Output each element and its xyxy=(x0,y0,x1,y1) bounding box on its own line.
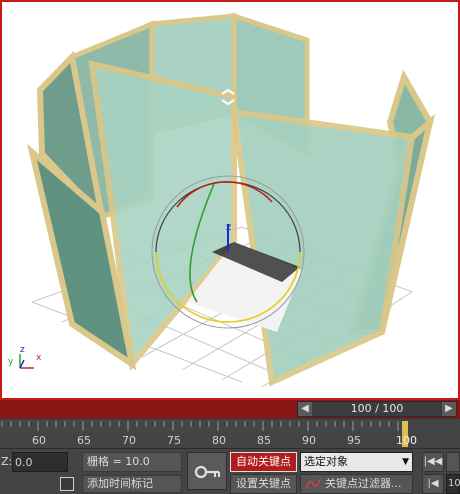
play-control-partial[interactable] xyxy=(446,452,460,472)
ruler-label: 65 xyxy=(77,434,91,447)
set-key-button[interactable]: 设置关键点 xyxy=(230,474,297,494)
scene-render: z x y z xyxy=(8,12,435,388)
ruler-label: 85 xyxy=(257,434,271,447)
frame-ruler[interactable]: 60 65 70 75 80 85 90 95 100 xyxy=(0,418,460,448)
chevron-down-icon: ▼ xyxy=(402,457,409,467)
ruler-label: 95 xyxy=(347,434,361,447)
ruler-label: 90 xyxy=(302,434,316,447)
set-key-big-button[interactable] xyxy=(187,452,227,490)
axis-x-label: x xyxy=(36,353,42,363)
ruler-ticks: 60 65 70 75 80 85 90 95 100 xyxy=(1,421,417,447)
chevron-right-icon[interactable]: ▶ xyxy=(442,402,456,416)
axis-tripod-icon: x y z xyxy=(8,345,42,369)
axis-z-label: z xyxy=(20,345,25,355)
time-slider[interactable]: ◀ 100 / 100 ▶ xyxy=(297,401,457,417)
grid-spacing-readout: 栅格 = 10.0 xyxy=(82,452,182,472)
curve-icon xyxy=(305,478,321,490)
z-coord-field[interactable] xyxy=(12,452,68,472)
ruler-label: 70 xyxy=(122,434,136,447)
glass-right-panels xyxy=(230,69,435,387)
key-selection-value: 选定对象 xyxy=(304,455,348,468)
ruler-label: 75 xyxy=(167,434,181,447)
auto-key-button[interactable]: 自动关键点 xyxy=(230,452,297,472)
ruler-label: 60 xyxy=(32,434,46,447)
perspective-viewport[interactable]: z x y z xyxy=(0,0,460,400)
key-selection-dropdown[interactable]: 选定对象 ▼ xyxy=(300,452,413,472)
z-coord-label: Z: xyxy=(1,455,13,468)
key-filters-label: 关键点过滤器... xyxy=(325,477,402,490)
chevron-left-icon[interactable]: ◀ xyxy=(298,402,312,416)
prev-frame-icon[interactable]: |◀ xyxy=(422,474,444,494)
key-icon xyxy=(194,465,220,479)
time-tag-checkbox[interactable] xyxy=(60,477,74,491)
frame-number-field[interactable]: 10 xyxy=(446,474,460,494)
ruler-label: 80 xyxy=(212,434,226,447)
add-time-tag-button[interactable]: 添加时间标记 xyxy=(82,475,182,493)
time-slider-position: 100 / 100 xyxy=(350,402,404,415)
gizmo-z-label: z xyxy=(226,222,231,233)
axis-y-label: y xyxy=(8,357,14,367)
goto-start-icon[interactable]: |◀◀ xyxy=(422,452,444,472)
status-panel: Z: 栅格 = 10.0 添加时间标记 自动关键点 设置关键点 选定对象 ▼ 关… xyxy=(0,448,460,494)
key-filters-button[interactable]: 关键点过滤器... xyxy=(300,474,413,494)
ruler-label: 100 xyxy=(396,434,417,447)
